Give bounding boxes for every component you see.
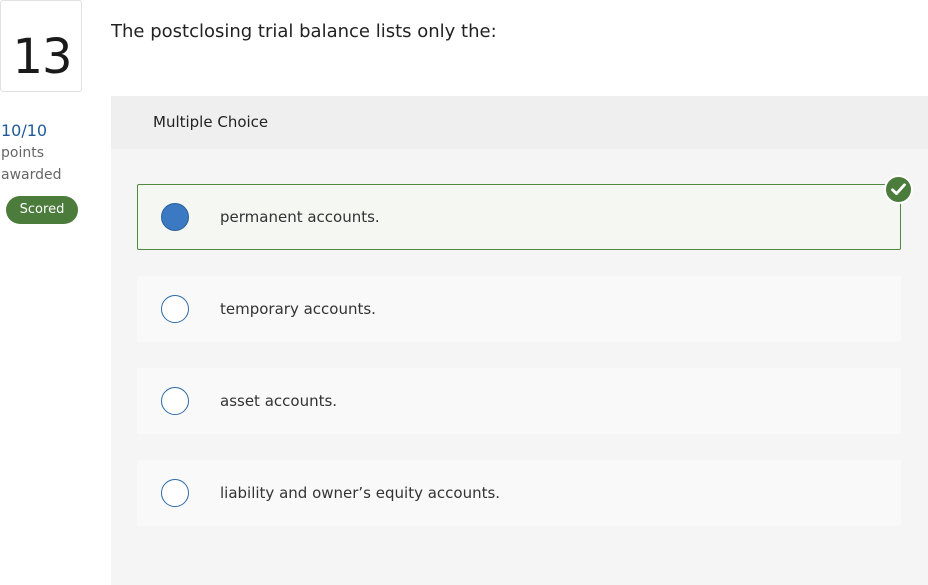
radio-unselected-icon[interactable] [161, 295, 189, 323]
answer-option-liability-owners-equity-accounts[interactable]: liability and owner’s equity accounts. [137, 460, 901, 526]
answer-option-temporary-accounts[interactable]: temporary accounts. [137, 276, 901, 342]
answer-option-label: permanent accounts. [220, 208, 380, 226]
answer-option-asset-accounts[interactable]: asset accounts. [137, 368, 901, 434]
points-label: points [1, 145, 44, 161]
answer-option-label: temporary accounts. [220, 300, 376, 318]
question-number-box: 13 [0, 0, 82, 92]
radio-selected-icon[interactable] [161, 203, 189, 231]
awarded-label: awarded [1, 167, 62, 183]
scored-badge: Scored [6, 196, 78, 224]
answer-option-label: liability and owner’s equity accounts. [220, 484, 501, 502]
answer-option-label: asset accounts. [220, 392, 338, 410]
checkmark-icon [891, 183, 906, 195]
answer-option-permanent-accounts[interactable]: permanent accounts. [137, 184, 901, 250]
check-circle-icon [884, 175, 913, 204]
question-text: The postclosing trial balance lists only… [111, 21, 497, 42]
points-score: 10/10 [1, 121, 48, 140]
question-number: 13 [12, 29, 72, 85]
answer-type-title: Multiple Choice [153, 113, 269, 131]
radio-unselected-icon[interactable] [161, 479, 189, 507]
answer-panel: Multiple Choice permanent accounts. temp… [111, 96, 928, 585]
answer-panel-header: Multiple Choice [111, 96, 928, 149]
radio-unselected-icon[interactable] [161, 387, 189, 415]
